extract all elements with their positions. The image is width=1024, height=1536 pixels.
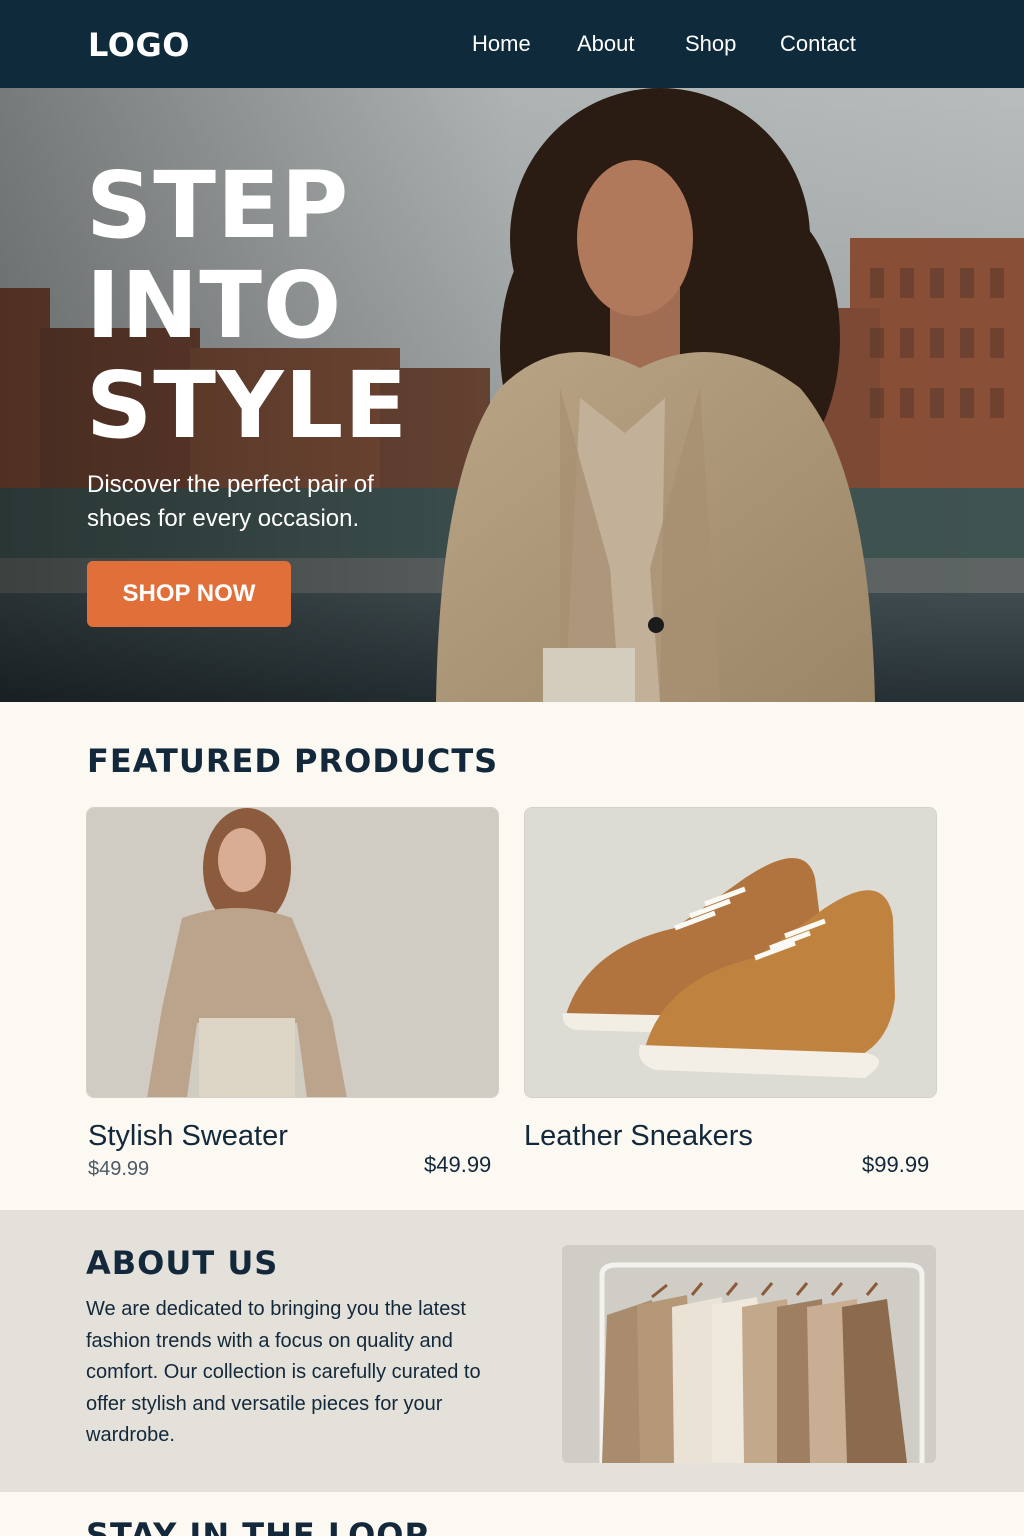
logo[interactable]: LOGO xyxy=(88,26,190,64)
hero-section: STEP INTO STYLE Discover the perfect pai… xyxy=(0,88,1024,702)
product-price-sneakers: $99.99 xyxy=(862,1152,930,1177)
product-price-sweater: $49.99 xyxy=(424,1152,492,1177)
featured-products-section: FEATURED PRODUCTS Stylish Sweater $49.99… xyxy=(0,702,1024,1210)
hero-title-line-3: STYLE xyxy=(86,352,409,459)
clothing-rack-image xyxy=(562,1245,936,1463)
product-subprice-sweater: $49.99 xyxy=(88,1158,150,1180)
newsletter-title: STAY IN THE LOOP xyxy=(86,1516,429,1536)
product-name-sweater[interactable]: Stylish Sweater xyxy=(88,1120,288,1153)
about-text: We are dedicated to bringing you the lat… xyxy=(86,1298,481,1446)
top-nav: LOGO Home About Shop Contact xyxy=(0,0,1024,88)
about-title: ABOUT US xyxy=(86,1244,279,1282)
nav-link-shop[interactable]: Shop xyxy=(685,31,736,57)
about-section: ABOUT US We are dedicated to bringing yo… xyxy=(0,1210,1024,1492)
hero-subtitle: Discover the perfect pair of shoes for e… xyxy=(87,471,374,532)
nav-link-contact[interactable]: Contact xyxy=(780,31,856,57)
product-image-sweater[interactable] xyxy=(86,807,499,1098)
featured-products-title: FEATURED PRODUCTS xyxy=(87,742,499,780)
product-name-sneakers[interactable]: Leather Sneakers xyxy=(524,1120,753,1153)
hero-title-line-1: STEP xyxy=(86,152,350,259)
hero-title: STEP INTO STYLE xyxy=(86,156,408,456)
newsletter-section: STAY IN THE LOOP xyxy=(0,1492,1024,1536)
product-image-sneakers[interactable] xyxy=(524,807,937,1098)
hero-title-line-2: INTO xyxy=(86,252,343,359)
shop-now-button[interactable]: SHOP NOW xyxy=(87,561,291,627)
nav-link-home[interactable]: Home xyxy=(472,31,531,57)
nav-link-about[interactable]: About xyxy=(577,31,635,57)
